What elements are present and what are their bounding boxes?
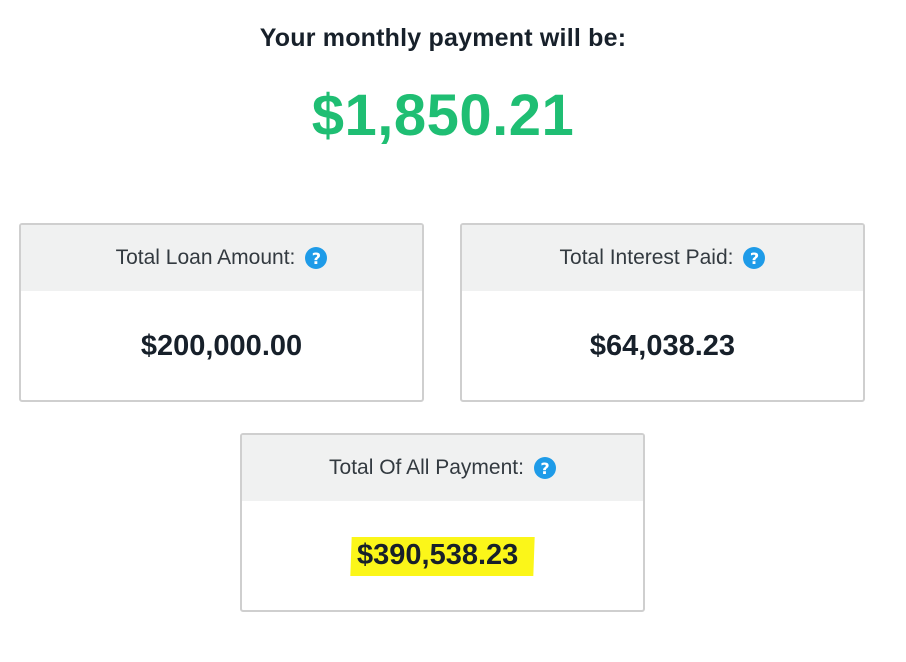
card-header: Total Interest Paid: ? <box>462 225 863 291</box>
total-interest-paid-label: Total Interest Paid: <box>559 246 734 269</box>
monthly-payment-value: $1,850.21 <box>311 83 575 148</box>
total-loan-amount-label: Total Loan Amount: <box>115 246 296 269</box>
total-loan-amount-value: $200,000.00 <box>140 330 303 362</box>
total-of-all-payment-label: Total Of All Payment: <box>329 456 524 479</box>
total-of-all-payment-card: Total Of All Payment: ? $390,538.23 <box>240 433 645 612</box>
total-loan-amount-card: Total Loan Amount: ? $200,000.00 <box>19 223 424 402</box>
help-icon[interactable]: ? <box>305 247 328 269</box>
total-interest-paid-card: Total Interest Paid: ? $64,038.23 <box>460 223 865 402</box>
card-body: $64,038.23 <box>462 291 863 400</box>
total-interest-paid-value: $64,038.23 <box>589 330 736 362</box>
total-of-all-payment-value: $390,538.23 <box>356 539 519 571</box>
card-body: $390,538.23 <box>242 501 643 610</box>
total-of-all-payment-highlight: $390,538.23 <box>350 537 535 576</box>
card-body: $200,000.00 <box>21 291 422 400</box>
card-header: Total Loan Amount: ? <box>21 225 422 291</box>
help-icon[interactable]: ? <box>533 457 556 479</box>
payment-headline: Your monthly payment will be: <box>259 24 627 52</box>
card-header: Total Of All Payment: ? <box>242 435 643 501</box>
help-icon[interactable]: ? <box>743 247 766 269</box>
